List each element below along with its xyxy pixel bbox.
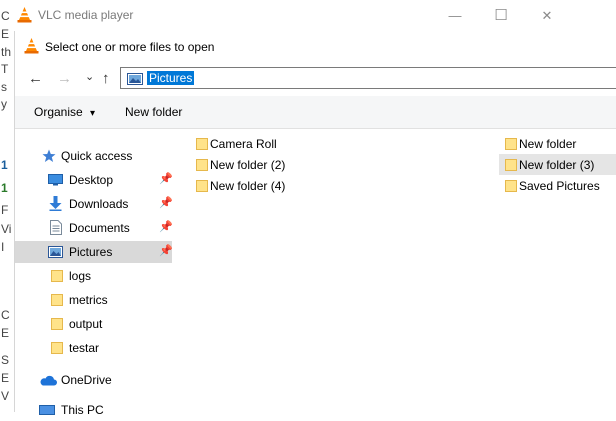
bg-text: y bbox=[1, 97, 7, 111]
address-text[interactable]: Pictures bbox=[147, 71, 195, 85]
bg-text: F bbox=[1, 203, 9, 217]
file-list: Camera Roll New folder (2) New folder (4… bbox=[174, 129, 616, 412]
folder-icon bbox=[505, 159, 517, 171]
downloads-icon bbox=[49, 196, 62, 211]
chevron-down-icon: ▾ bbox=[90, 108, 96, 119]
bg-text: C bbox=[1, 308, 10, 322]
folder-label: Camera Roll bbox=[210, 137, 277, 151]
pictures-icon bbox=[48, 246, 63, 258]
vlc-title-bar[interactable]: VLC media player — ☐ ✕ bbox=[14, 0, 616, 31]
recent-locations-icon[interactable]: ⌄ bbox=[85, 69, 94, 85]
bg-text: C bbox=[1, 9, 10, 23]
folder-icon bbox=[51, 294, 63, 306]
bg-text: T bbox=[1, 62, 9, 76]
address-bar[interactable]: Pictures bbox=[120, 67, 616, 89]
folder-item[interactable]: New folder (2) bbox=[196, 154, 306, 175]
nav-item-logs[interactable]: logs bbox=[15, 265, 172, 287]
desktop-icon bbox=[48, 174, 63, 186]
star-icon bbox=[42, 149, 56, 162]
nav-item-documents[interactable]: Documents 📌 bbox=[15, 217, 173, 239]
nav-item-quick-access[interactable]: Quick access bbox=[15, 145, 172, 167]
nav-item-desktop[interactable]: Desktop 📌 bbox=[15, 169, 173, 191]
bg-text: E bbox=[1, 326, 10, 340]
nav-label: Desktop bbox=[69, 173, 114, 187]
folder-label: New folder (4) bbox=[210, 179, 286, 193]
organise-label: Organise bbox=[34, 105, 83, 119]
folder-icon bbox=[51, 270, 63, 282]
computer-icon bbox=[39, 405, 55, 415]
close-button[interactable]: ✕ bbox=[524, 0, 570, 31]
folder-label: New folder bbox=[519, 137, 577, 151]
bg-text: V bbox=[1, 389, 10, 403]
nav-item-downloads[interactable]: Downloads 📌 bbox=[15, 193, 173, 215]
navigation-pane: Quick access Desktop 📌 Downloads 📌 Docum… bbox=[15, 129, 173, 417]
bg-text: 1 bbox=[1, 158, 8, 172]
folder-label: New folder (3) bbox=[519, 158, 595, 172]
nav-label: OneDrive bbox=[61, 373, 112, 387]
forward-arrow-icon[interactable]: → bbox=[57, 71, 72, 87]
folder-icon bbox=[196, 138, 208, 150]
back-arrow-icon[interactable]: ← bbox=[28, 71, 43, 87]
vlc-cone-icon bbox=[24, 38, 39, 54]
minimize-button[interactable]: — bbox=[432, 0, 478, 31]
folder-item[interactable]: New folder (4) bbox=[196, 175, 306, 196]
bg-text: E bbox=[1, 371, 10, 385]
bg-text: s bbox=[1, 80, 7, 94]
folder-label: New folder (2) bbox=[210, 158, 286, 172]
nav-item-testar[interactable]: testar bbox=[15, 337, 172, 359]
up-arrow-icon[interactable]: ↑ bbox=[102, 71, 110, 87]
bg-text: Vi bbox=[1, 222, 12, 236]
folder-icon bbox=[196, 159, 208, 171]
folder-item[interactable]: Saved Pictures bbox=[505, 175, 616, 196]
bg-text: 1 bbox=[1, 181, 8, 195]
pin-icon[interactable]: 📌 bbox=[159, 172, 173, 185]
nav-item-onedrive[interactable]: OneDrive bbox=[15, 369, 172, 391]
dialog-title: Select one or more files to open bbox=[45, 40, 215, 54]
pin-icon[interactable]: 📌 bbox=[159, 244, 173, 257]
pictures-icon bbox=[127, 73, 143, 85]
cloud-icon bbox=[40, 375, 57, 386]
nav-label: Documents bbox=[69, 221, 130, 235]
folder-label: Saved Pictures bbox=[519, 179, 600, 193]
organise-button[interactable]: Organise ▾ bbox=[34, 105, 95, 119]
nav-item-output[interactable]: output bbox=[15, 313, 172, 335]
maximize-button[interactable]: ☐ bbox=[478, 0, 524, 31]
documents-icon bbox=[50, 220, 62, 235]
nav-label: Quick access bbox=[61, 149, 133, 163]
nav-item-metrics[interactable]: metrics bbox=[15, 289, 172, 311]
nav-label: Downloads bbox=[69, 197, 129, 211]
nav-label: testar bbox=[69, 341, 100, 355]
nav-label: metrics bbox=[69, 293, 108, 307]
vlc-cone-icon bbox=[17, 7, 32, 23]
bg-text: I bbox=[1, 240, 5, 254]
dialog-toolbar: Organise ▾ New folder bbox=[15, 96, 616, 129]
bg-text: E bbox=[1, 27, 10, 41]
pin-icon[interactable]: 📌 bbox=[159, 220, 173, 233]
folder-item[interactable]: New folder (3) bbox=[499, 154, 616, 175]
nav-item-pictures[interactable]: Pictures 📌 bbox=[15, 241, 173, 263]
folder-icon bbox=[505, 138, 517, 150]
nav-label: output bbox=[69, 317, 103, 331]
folder-icon bbox=[196, 180, 208, 192]
new-folder-button[interactable]: New folder bbox=[125, 105, 182, 119]
folder-item[interactable]: New folder bbox=[505, 133, 616, 154]
pin-icon[interactable]: 📌 bbox=[159, 196, 173, 209]
nav-item-this-pc[interactable]: This PC bbox=[15, 399, 172, 421]
folder-icon bbox=[51, 342, 63, 354]
nav-label: Pictures bbox=[69, 245, 113, 259]
nav-label: logs bbox=[69, 269, 92, 283]
folder-item[interactable]: Camera Roll bbox=[196, 133, 306, 154]
window-title: VLC media player bbox=[38, 8, 134, 22]
background-window: C E th T s y 1 1 F Vi I C E S E V bbox=[0, 0, 14, 412]
bg-text: th bbox=[1, 45, 12, 59]
nav-label: This PC bbox=[61, 403, 104, 417]
folder-icon bbox=[505, 180, 517, 192]
folder-icon bbox=[51, 318, 63, 330]
bg-text: S bbox=[1, 353, 10, 367]
